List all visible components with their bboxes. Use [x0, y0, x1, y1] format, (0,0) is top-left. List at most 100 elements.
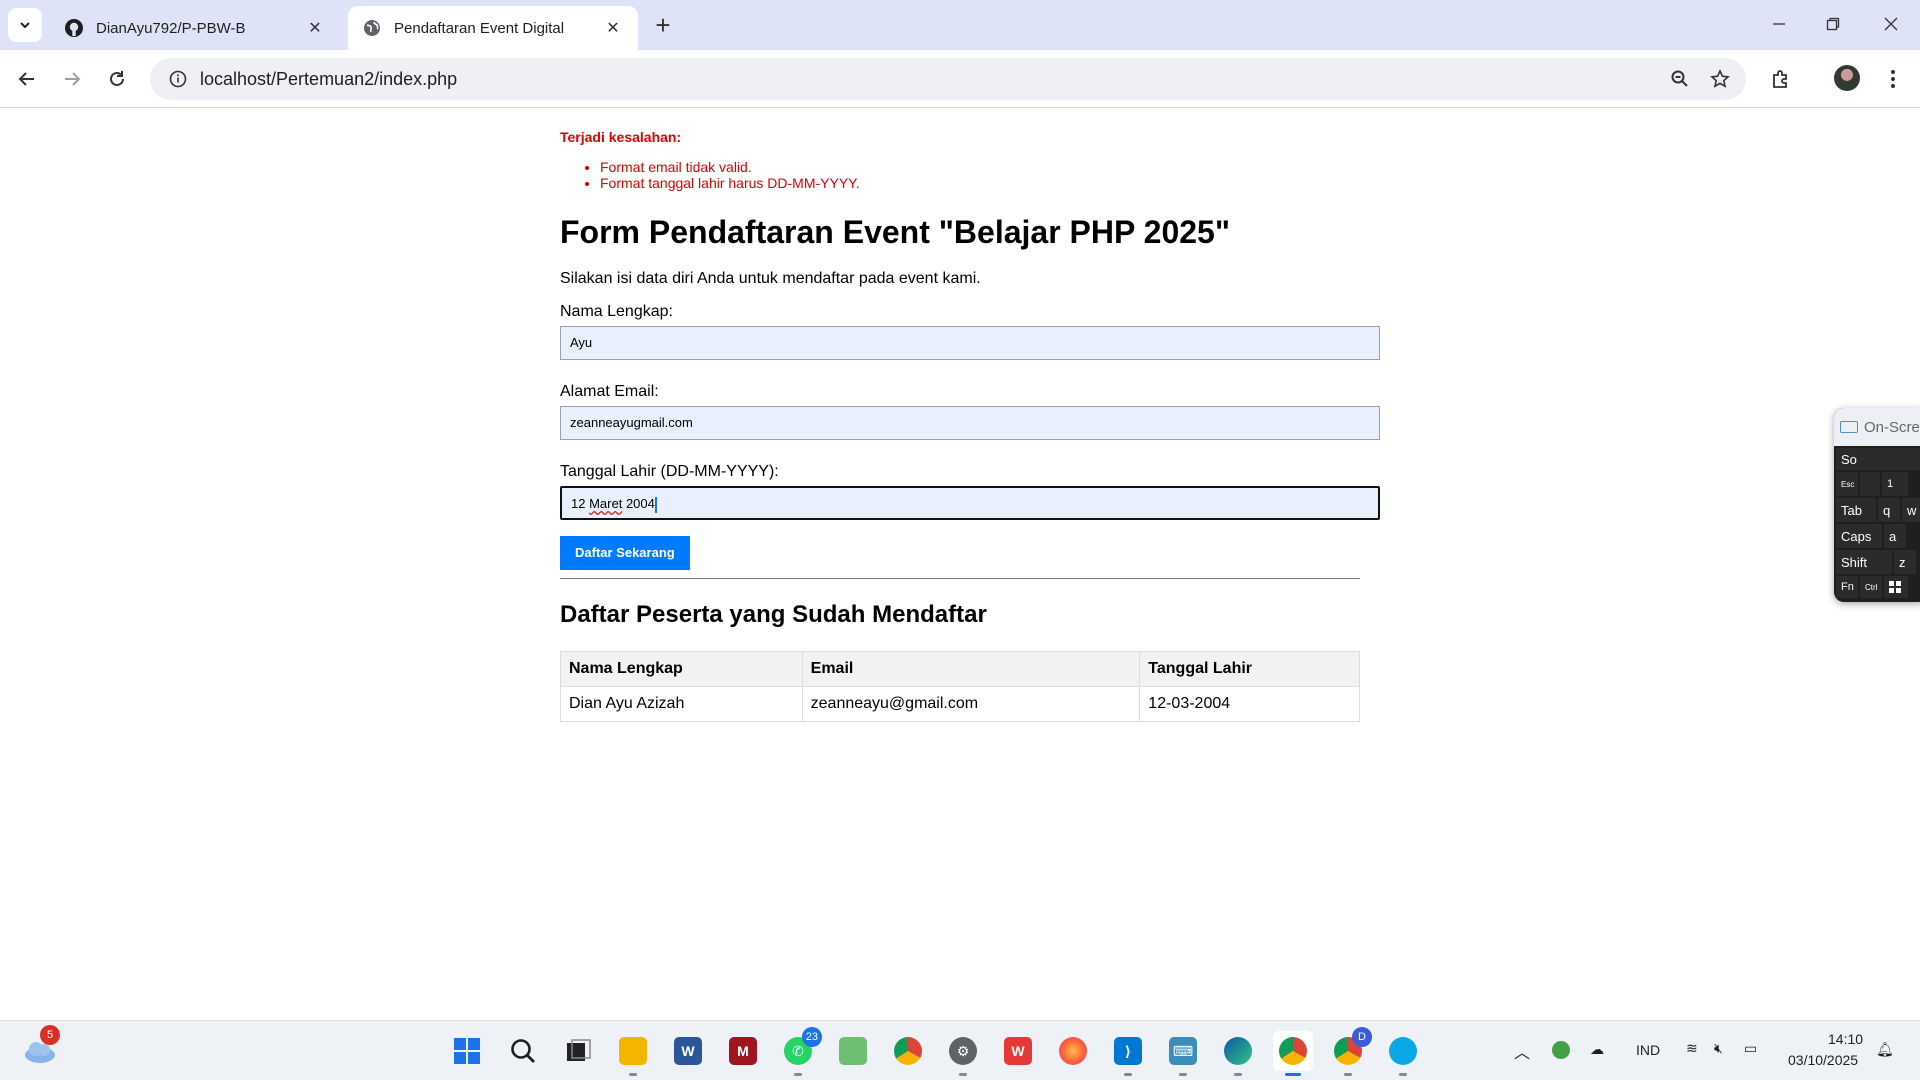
- tab-title: Pendaftaran Event Digital: [394, 19, 565, 37]
- windows-icon: [454, 1038, 480, 1064]
- birth-date-field[interactable]: 12 Maret 2004: [560, 486, 1380, 520]
- osk-title: On-Scre: [1864, 418, 1920, 436]
- divider: [560, 578, 1360, 579]
- text-cursor-handle[interactable]: [654, 496, 657, 513]
- battery-icon[interactable]: ▭: [1744, 1040, 1757, 1057]
- chrome-active-button[interactable]: [1273, 1031, 1313, 1076]
- osk-key-caps[interactable]: Caps: [1836, 524, 1882, 548]
- osk-key-q[interactable]: q: [1878, 498, 1900, 522]
- osk-key-w[interactable]: w: [1902, 498, 1920, 522]
- minimize-icon: [1773, 23, 1785, 25]
- github-icon: [64, 18, 84, 38]
- running-indicator: [794, 1073, 802, 1076]
- whatsapp-button[interactable]: ✆ 23: [778, 1027, 822, 1076]
- site-info-icon[interactable]: [156, 70, 200, 88]
- new-tab-button[interactable]: +: [648, 10, 678, 40]
- search-icon: [511, 1039, 535, 1063]
- close-icon: [1884, 17, 1898, 31]
- birth-day-text: 12: [571, 496, 586, 511]
- participants-title: Daftar Peserta yang Sudah Mendaftar: [560, 601, 987, 628]
- osk-key-esc[interactable]: Esc: [1836, 472, 1858, 496]
- email-field[interactable]: zeanneayugmail.com: [560, 406, 1380, 440]
- address-bar[interactable]: localhost/Pertemuan2/index.php: [150, 58, 1746, 100]
- photos-button[interactable]: [833, 1031, 873, 1071]
- osk-key-fn[interactable]: Fn: [1836, 576, 1858, 598]
- weather-widget[interactable]: 5: [20, 1025, 60, 1071]
- osk-key-windows[interactable]: [1884, 576, 1908, 598]
- restore-button[interactable]: [1806, 0, 1860, 48]
- forward-button[interactable]: [55, 62, 89, 96]
- task-view-icon: [567, 1039, 591, 1061]
- tab-pendaftaran[interactable]: Pendaftaran Event Digital ✕: [348, 6, 638, 50]
- start-button[interactable]: [447, 1031, 487, 1071]
- keyboard-app-button[interactable]: ⌨: [1163, 1031, 1203, 1076]
- osk-key-ctrl[interactable]: Ctrl: [1860, 576, 1882, 598]
- browser-toolbar: localhost/Pertemuan2/index.php: [0, 50, 1920, 108]
- page-title: Form Pendaftaran Event "Belajar PHP 2025…: [560, 214, 1231, 250]
- chrome-icon: [1279, 1037, 1307, 1065]
- windows-icon: [1889, 581, 1901, 593]
- wps-icon: W: [1004, 1037, 1032, 1065]
- submit-button[interactable]: Daftar Sekarang: [560, 536, 690, 570]
- tab-search-button[interactable]: [8, 8, 42, 42]
- menu-button[interactable]: [1876, 62, 1910, 96]
- tray-app-icon[interactable]: [1552, 1041, 1570, 1059]
- notification-bell-icon[interactable]: 🔔︎: [1876, 1041, 1894, 1058]
- photo-editor-icon: [839, 1037, 867, 1065]
- chevron-down-icon: [20, 22, 30, 29]
- mendeley-button[interactable]: M: [723, 1031, 763, 1071]
- clock-date[interactable]: 03/10/2025: [1788, 1052, 1858, 1068]
- minimize-button[interactable]: [1752, 0, 1806, 48]
- back-button[interactable]: [10, 62, 44, 96]
- settings-button[interactable]: ⚙: [943, 1031, 983, 1076]
- search-button[interactable]: [503, 1031, 543, 1071]
- close-window-button[interactable]: [1864, 0, 1918, 48]
- table-header-row: Nama Lengkap Email Tanggal Lahir: [560, 651, 1360, 687]
- word-button[interactable]: W: [668, 1031, 708, 1071]
- extensions-button[interactable]: [1764, 62, 1798, 96]
- bookmark-star-icon[interactable]: [1700, 59, 1740, 99]
- close-icon[interactable]: ✕: [602, 17, 624, 39]
- wps-office-button[interactable]: W: [998, 1031, 1038, 1071]
- url-text[interactable]: localhost/Pertemuan2/index.php: [200, 69, 1660, 90]
- chevron-up-icon[interactable]: ︿: [1514, 1039, 1530, 1063]
- task-view-button[interactable]: [558, 1031, 598, 1071]
- app-button[interactable]: [1383, 1031, 1423, 1076]
- osk-key-shift[interactable]: Shift: [1836, 550, 1892, 574]
- zoom-icon[interactable]: [1660, 59, 1700, 99]
- chrome-profile-button[interactable]: D: [1328, 1027, 1372, 1076]
- close-icon[interactable]: ✕: [304, 17, 326, 39]
- name-field[interactable]: Ayu: [560, 326, 1380, 360]
- chrome-button[interactable]: [888, 1031, 928, 1071]
- language-indicator[interactable]: IND: [1636, 1042, 1660, 1058]
- email-label: Alamat Email:: [560, 383, 659, 400]
- osk-titlebar[interactable]: On-Scre: [1834, 408, 1920, 446]
- osk-key-a[interactable]: a: [1884, 524, 1906, 548]
- puzzle-icon: [1773, 70, 1787, 88]
- onedrive-icon[interactable]: ☁: [1590, 1041, 1604, 1058]
- firefox-button[interactable]: [1053, 1031, 1093, 1071]
- tab-strip: DianAyu792/P-PBW-B ✕ Pendaftaran Event D…: [0, 0, 1920, 50]
- cell-email: zeanneayu@gmail.com: [801, 686, 1141, 722]
- osk-key-1[interactable]: 1: [1882, 472, 1908, 496]
- osk-key[interactable]: So: [1836, 448, 1920, 470]
- profile-avatar[interactable]: [1834, 65, 1860, 91]
- error-list: Format email tidak valid. Format tanggal…: [600, 159, 1360, 191]
- osk-key-z[interactable]: z: [1894, 550, 1916, 574]
- file-explorer-button[interactable]: [613, 1031, 653, 1076]
- on-screen-keyboard[interactable]: On-Scre So Esc 1 Tab q w Caps a Shift z …: [1834, 408, 1920, 602]
- tab-github[interactable]: DianAyu792/P-PBW-B ✕: [50, 6, 340, 50]
- running-indicator: [959, 1073, 967, 1076]
- clock-time[interactable]: 14:10: [1828, 1031, 1863, 1047]
- volume-muted-icon[interactable]: 🔇︎: [1714, 1040, 1723, 1057]
- wifi-icon[interactable]: ≋: [1686, 1040, 1698, 1057]
- cell-birth-date: 12-03-2004: [1139, 686, 1360, 722]
- reload-button[interactable]: [100, 62, 134, 96]
- vscode-button[interactable]: ⟩: [1108, 1031, 1148, 1076]
- edge-button[interactable]: [1218, 1031, 1258, 1076]
- osk-key[interactable]: [1860, 472, 1880, 496]
- osk-key-tab[interactable]: Tab: [1836, 498, 1876, 522]
- reload-icon: [110, 71, 124, 86]
- active-indicator: [1285, 1073, 1301, 1076]
- error-item: Format email tidak valid.: [600, 159, 1360, 175]
